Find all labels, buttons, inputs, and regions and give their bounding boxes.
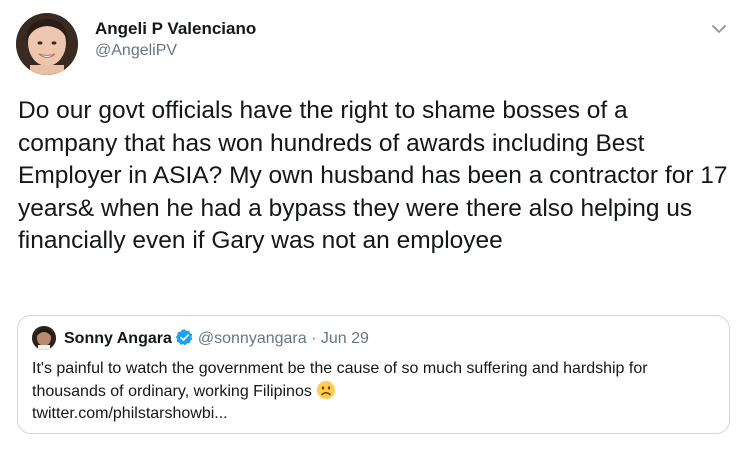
quoted-tweet-date[interactable]: Jun 29	[321, 330, 369, 347]
tweet-card: Angeli P Valenciano @AngeliPV Do our gov…	[0, 0, 750, 450]
quoted-author-name[interactable]: Sonny Angara	[64, 330, 172, 347]
author-info: Angeli P Valenciano @AngeliPV	[95, 19, 256, 61]
verified-badge-icon	[175, 328, 194, 347]
quoted-tweet-text: It's painful to watch the government be …	[32, 358, 712, 425]
author-name[interactable]: Angeli P Valenciano	[95, 19, 256, 39]
avatar-photo	[16, 13, 78, 75]
author-avatar[interactable]	[16, 13, 78, 75]
quoted-tweet-body: It's painful to watch the government be …	[32, 360, 648, 400]
quoted-author-avatar[interactable]	[32, 326, 56, 350]
author-handle[interactable]: @AngeliPV	[95, 41, 256, 61]
quoted-author-handle[interactable]: @sonnyangara	[198, 330, 307, 347]
quoted-avatar-photo	[32, 326, 56, 350]
frowning-face-icon	[316, 380, 336, 400]
tweet-body-text: Do our govt officials have the right to …	[18, 97, 735, 254]
quoted-tweet-header: Sonny Angara @sonnyangara · Jun 29	[64, 328, 369, 349]
quoted-tweet[interactable]: Sonny Angara @sonnyangara · Jun 29 It's p…	[17, 315, 730, 434]
chevron-down-icon[interactable]	[710, 20, 728, 38]
quoted-tweet-link[interactable]: twitter.com/philstarshowbi...	[32, 405, 228, 422]
dot-separator: ·	[311, 330, 317, 347]
